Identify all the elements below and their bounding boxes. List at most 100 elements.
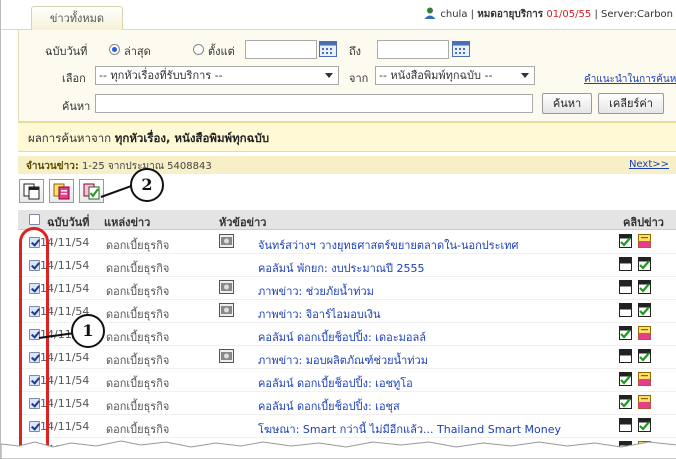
table-row[interactable]: 14/11/54 ดอกเบี้ยธุรกิจ ภาพข่าว: มอบผลิตภั… — [18, 346, 676, 369]
clip-doc-icon[interactable] — [619, 257, 632, 274]
clip-list-icon[interactable] — [638, 326, 651, 343]
result-count: จำนวนข่าว: 1-25 จากประมาณ 5408843 — [26, 159, 212, 174]
export-icon — [53, 183, 70, 200]
server-label: | Server:Carbon — [594, 9, 673, 20]
table-header: ฉบับวันที่ แหล่งข่าว หัวข้อข่าว คลิปข่าว — [18, 210, 676, 230]
clear-button[interactable]: เคลียร์ค่า — [598, 93, 664, 114]
clip-doc-icon[interactable] — [619, 280, 632, 297]
row-headline-link[interactable]: คอลัมน์ ดอกเบี้ยช็อปปิ้ง: เอชทูโอ — [258, 374, 413, 392]
row-headline-link[interactable]: ภาพข่าว: มอบผลิตภัณฑ์ช่วยน้ำท่วม — [258, 351, 428, 369]
clip-check-icon[interactable] — [619, 395, 632, 412]
clip-doc-icon[interactable] — [619, 303, 632, 320]
search-button[interactable]: ค้นหา — [542, 93, 592, 114]
select-label: เลือก — [62, 72, 86, 85]
clip-check-icon[interactable] — [638, 418, 651, 435]
select-all-checkbox[interactable] — [29, 214, 40, 225]
clip-check-icon[interactable] — [638, 257, 651, 274]
calendar-icon[interactable] — [452, 41, 470, 57]
start-date-input[interactable] — [245, 40, 317, 59]
clip-check-icon[interactable] — [638, 280, 651, 297]
search-input[interactable] — [95, 94, 533, 113]
photo-icon — [219, 280, 234, 294]
row-source: ดอกเบี้ยธุรกิจ — [106, 400, 170, 413]
date-label: ฉบับวันที่ — [45, 45, 88, 58]
row-headline-link[interactable]: คอลัมน์ ดอกเบี้ยช็อปปิ้ง: เดอะมอลล์ — [258, 328, 426, 346]
clip-check-icon[interactable] — [638, 349, 651, 366]
row-headline-link[interactable]: ภาพข่าว: ช่วยภัยน้ำท่วม — [258, 282, 374, 300]
tab-bar: ข่าวทั้งหมด chula | หมดอายุบริการ 01/05/… — [1, 0, 676, 31]
photo-icon — [219, 234, 234, 248]
calendar-icon[interactable] — [319, 41, 337, 57]
count-label: จำนวนข่าว: — [26, 161, 79, 172]
radio-from-label: ตั้งแต่ — [208, 45, 235, 58]
torn-edge-decoration — [1, 440, 676, 459]
table-row[interactable]: 14/11/54ดอกเบี้ยธุรกิจคอลัมน์ ดอกเบี้ยช็… — [18, 369, 676, 392]
col-source-header: แหล่งข่าว — [104, 216, 151, 229]
callout-2: 2 — [130, 168, 164, 202]
table-row[interactable]: 14/11/54 ดอกเบี้ยธุรกิจ ภาพข่าว: ช่วยภัยน้… — [18, 277, 676, 300]
result-heading: ผลการค้นหาจาก ทุกหัวเรื่อง, หนังสือพิมพ์… — [18, 122, 676, 152]
clip-list-icon[interactable] — [638, 372, 651, 389]
table-row[interactable]: 14/11/54 ดอกเบี้ยธุรกิจ โฆษณา: Smart กว่าน… — [18, 415, 676, 438]
user-icon — [424, 7, 436, 19]
page-frame: ข่าวทั้งหมด chula | หมดอายุบริการ 01/05/… — [0, 0, 676, 459]
row-headline-link[interactable]: ภาพข่าว: จิอาร์ไอมอบเงิน — [258, 305, 381, 323]
search-panel: ฉบับวันที่ ล่าสุด ตั้งแต่ ถึง เลือก -- ท — [18, 30, 676, 122]
search-label: ค้นหา — [62, 100, 91, 113]
row-source: ดอกเบี้ยธุรกิจ — [106, 331, 170, 344]
expiry-label: หมดอายุบริการ — [477, 9, 544, 20]
row-source: ดอกเบี้ยธุรกิจ — [106, 308, 170, 321]
source-select[interactable]: -- หนังสือพิมพ์ทุกฉบับ -- — [375, 66, 535, 85]
source-from-label: จาก — [349, 72, 369, 85]
user-separator: | — [470, 9, 475, 20]
clip-doc-icon[interactable] — [619, 349, 632, 366]
col-date-header: ฉบับวันที่ — [47, 216, 90, 229]
chevron-down-icon — [521, 73, 529, 78]
clip-list-icon[interactable] — [638, 234, 651, 251]
radio-from-date[interactable] — [193, 44, 204, 55]
callout-1: 1 — [71, 314, 105, 348]
photo-icon — [219, 303, 234, 317]
col-headline-header: หัวข้อข่าว — [219, 216, 267, 229]
clip-check-icon[interactable] — [619, 234, 632, 251]
chevron-down-icon — [325, 73, 333, 78]
radio-latest[interactable] — [109, 44, 120, 55]
table-row[interactable]: 14/11/54 ดอกเบี้ยธุรกิจ ภาพข่าว: จิอาร์ไอม… — [18, 300, 676, 323]
table-row[interactable]: 14/11/54ดอกเบี้ยธุรกิจคอลัมน์ ดอกเบี้ยช็… — [18, 323, 676, 346]
next-page-link[interactable]: Next>> — [629, 159, 669, 170]
category-select[interactable]: -- ทุกหัวเรื่องที่รับบริการ -- — [95, 66, 339, 85]
row-headline-link[interactable]: จันทร์สว่างฯ วางยุทธศาสตร์ขยายตลาดใน-นอก… — [258, 236, 519, 254]
result-toolbar: จำนวนข่าว: 1-25 จากประมาณ 5408843 Next>> — [18, 152, 676, 204]
col-clip-header: คลิปข่าว — [623, 216, 664, 229]
clip-doc-icon[interactable] — [619, 418, 632, 435]
user-status-bar: chula | หมดอายุบริการ 01/05/55 | Server:… — [423, 6, 673, 22]
result-prefix: ผลการค้นหาจาก — [28, 131, 112, 145]
category-select-value: -- ทุกหัวเรื่องที่รับบริการ -- — [99, 69, 223, 82]
select-check-button[interactable] — [79, 179, 104, 203]
table-row[interactable]: 14/11/54ดอกเบี้ยธุรกิจคอลัมน์ ดอกเบี้ยช็… — [18, 392, 676, 415]
count-bar: จำนวนข่าว: 1-25 จากประมาณ 5408843 Next>> — [18, 156, 676, 174]
clip-check-icon[interactable] — [638, 303, 651, 320]
photo-icon — [219, 349, 234, 363]
highlight-oval — [19, 227, 49, 459]
row-source: ดอกเบี้ยธุรกิจ — [106, 239, 170, 252]
table-row[interactable]: 14/11/54 ดอกเบี้ยธุรกิจ คอลัมน์ พักยก: งบป… — [18, 254, 676, 277]
result-criteria: ทุกหัวเรื่อง, หนังสือพิมพ์ทุกฉบับ — [114, 131, 270, 145]
table-row[interactable]: 14/11/54 ดอกเบี้ยธุรกิจ จันทร์สว่างฯ วางยุ… — [18, 231, 676, 254]
clip-check-icon[interactable] — [619, 372, 632, 389]
row-source: ดอกเบี้ยธุรกิจ — [106, 377, 170, 390]
row-source: ดอกเบี้ยธุรกิจ — [106, 262, 170, 275]
copy-button[interactable] — [19, 179, 44, 203]
tab-all-news[interactable]: ข่าวทั้งหมด — [31, 6, 123, 31]
result-summary: ผลการค้นหาจาก ทุกหัวเรื่อง, หนังสือพิมพ์… — [28, 130, 269, 148]
clip-check-icon[interactable] — [619, 326, 632, 343]
username: chula — [440, 9, 468, 20]
search-help-link[interactable]: คำแนะนำในการค้นหา — [584, 72, 676, 87]
row-headline-link[interactable]: คอลัมน์ ดอกเบี้ยช็อปปิ้ง: เอชุส — [258, 397, 400, 415]
source-select-value: -- หนังสือพิมพ์ทุกฉบับ -- — [379, 69, 493, 82]
row-headline-link[interactable]: คอลัมน์ พักยก: งบประมาณปี 2555 — [258, 259, 424, 277]
export-button[interactable] — [49, 179, 74, 203]
copy-icon — [23, 183, 40, 200]
clip-list-icon[interactable] — [638, 395, 651, 412]
end-date-input[interactable] — [377, 40, 449, 59]
